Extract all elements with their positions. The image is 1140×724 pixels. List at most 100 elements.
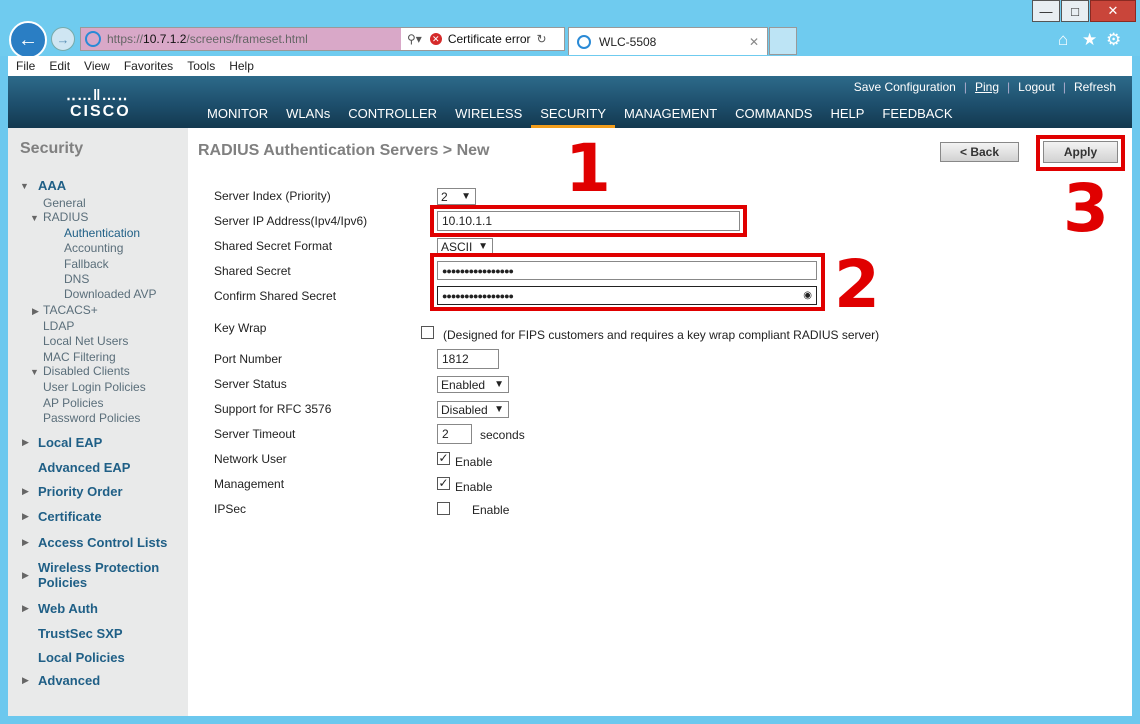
refresh-link[interactable]: Refresh	[1068, 80, 1122, 94]
refresh-icon[interactable]: ↻	[537, 32, 547, 46]
close-tab-icon[interactable]: ✕	[749, 35, 759, 49]
management-enable-label: Enable	[455, 480, 493, 494]
browser-back-button[interactable]: ←	[9, 21, 47, 59]
menu-edit[interactable]: Edit	[49, 59, 70, 73]
nav-monitor[interactable]: MONITOR	[198, 106, 277, 128]
settings-gear-icon[interactable]: ⚙	[1106, 30, 1121, 50]
sidebar-item-disabled-clients[interactable]: Disabled Clients	[43, 364, 130, 378]
management-checkbox[interactable]: ✓	[437, 477, 450, 490]
rfc3576-label: Support for RFC 3576	[214, 402, 332, 416]
sidebar-item-fallback[interactable]: Fallback	[64, 257, 109, 271]
collapsed-triangle-icon: ▶	[22, 486, 29, 496]
close-window-button[interactable]: ✕	[1090, 0, 1136, 22]
annotation-number-3: 3	[1063, 170, 1109, 247]
nav-security[interactable]: SECURITY	[531, 106, 615, 128]
ipsec-checkbox[interactable]	[437, 502, 450, 515]
rfc3576-select[interactable]: Disabled ▼	[437, 401, 509, 418]
sidebar-item-ldap[interactable]: LDAP	[43, 319, 74, 333]
sidebar-item-tacacs[interactable]: TACACS+	[43, 303, 98, 317]
port-number-input[interactable]: 1812	[437, 349, 499, 369]
confirm-secret-input[interactable]: ●●●●●●●●●●●●●●●● ◉	[437, 286, 817, 305]
sidebar-item-trustsec-sxp[interactable]: TrustSec SXP	[38, 626, 123, 641]
sidebar-item-accounting[interactable]: Accounting	[64, 241, 123, 255]
sidebar-item-certificate[interactable]: Certificate	[38, 509, 102, 524]
sidebar-item-local-net-users[interactable]: Local Net Users	[43, 334, 128, 348]
menu-file[interactable]: File	[16, 59, 35, 73]
certificate-error[interactable]: ✕ Certificate error	[422, 32, 531, 46]
certificate-error-label: Certificate error	[447, 32, 531, 46]
management-label: Management	[214, 477, 285, 491]
nav-wireless[interactable]: WIRELESS	[446, 106, 531, 128]
sidebar-item-wireless-protection[interactable]: Wireless Protection	[38, 560, 159, 575]
sidebar-item-ap-policies[interactable]: AP Policies	[43, 396, 103, 410]
ipsec-enable-label: Enable	[472, 503, 510, 517]
server-timeout-label: Server Timeout	[214, 427, 296, 441]
server-timeout-input[interactable]: 2	[437, 424, 472, 444]
browser-forward-button[interactable]: →	[51, 27, 75, 51]
server-index-label: Server Index (Priority)	[214, 189, 331, 203]
sidebar-item-dns[interactable]: DNS	[64, 272, 89, 286]
network-user-enable-label: Enable	[455, 455, 493, 469]
sidebar: Security ▼ AAA General ▼ RADIUS Authenti…	[8, 128, 188, 716]
address-bar[interactable]: https://10.7.1.2/screens/frameset.html ⚲…	[80, 27, 565, 51]
menu-tools[interactable]: Tools	[187, 59, 215, 73]
chevron-down-icon: ▼	[494, 379, 504, 390]
url-prefix: https://	[107, 32, 144, 46]
ping-link[interactable]: Ping	[969, 80, 1005, 94]
sidebar-item-local-policies[interactable]: Local Policies	[38, 650, 125, 665]
logout-link[interactable]: Logout	[1012, 80, 1061, 94]
checkmark-icon: ✓	[438, 451, 449, 465]
sidebar-item-authentication[interactable]: Authentication	[64, 226, 140, 240]
nav-feedback[interactable]: FEEDBACK	[873, 106, 961, 128]
key-wrap-checkbox[interactable]	[421, 326, 434, 339]
main-nav: MONITOR WLANs CONTROLLER WIRELESS SECURI…	[198, 106, 962, 128]
maximize-button[interactable]: □	[1061, 0, 1089, 22]
sidebar-item-downloaded-avp[interactable]: Downloaded AVP	[64, 287, 157, 301]
sidebar-item-aaa[interactable]: AAA	[38, 178, 66, 193]
home-icon[interactable]: ⌂	[1058, 30, 1068, 50]
nav-controller[interactable]: CONTROLLER	[339, 106, 446, 128]
arrow-left-icon: ←	[18, 28, 38, 51]
favorites-star-icon[interactable]: ★	[1082, 30, 1097, 50]
menu-help[interactable]: Help	[229, 59, 254, 73]
secret-format-value: ASCII	[441, 239, 473, 254]
browser-tab[interactable]: WLC-5508 ✕	[568, 27, 768, 55]
rfc3576-value: Disabled	[441, 402, 488, 417]
nav-management[interactable]: MANAGEMENT	[615, 106, 726, 128]
minimize-button[interactable]: —	[1032, 0, 1060, 22]
confirm-secret-label: Confirm Shared Secret	[214, 289, 337, 303]
nav-commands[interactable]: COMMANDS	[726, 106, 821, 128]
sidebar-item-mac-filtering[interactable]: MAC Filtering	[43, 350, 116, 364]
apply-button[interactable]: Apply	[1043, 141, 1118, 163]
sidebar-item-advanced-eap[interactable]: Advanced EAP	[38, 460, 130, 475]
sidebar-item-general[interactable]: General	[43, 196, 86, 210]
key-wrap-note: (Designed for FIPS customers and require…	[443, 328, 880, 342]
server-ip-input[interactable]: 10.10.1.1	[437, 211, 740, 231]
shared-secret-input[interactable]: ●●●●●●●●●●●●●●●●	[437, 261, 817, 280]
menu-favorites[interactable]: Favorites	[124, 59, 173, 73]
search-icon[interactable]: ⚲▾	[407, 32, 422, 46]
network-user-checkbox[interactable]: ✓	[437, 452, 450, 465]
back-button[interactable]: < Back	[940, 142, 1019, 162]
sidebar-item-priority-order[interactable]: Priority Order	[38, 484, 123, 499]
nav-wlans[interactable]: WLANs	[277, 106, 339, 128]
sidebar-item-radius[interactable]: RADIUS	[43, 210, 88, 224]
sidebar-item-web-auth[interactable]: Web Auth	[38, 601, 98, 616]
server-status-select[interactable]: Enabled ▼	[437, 376, 509, 393]
collapsed-triangle-icon: ▶	[32, 306, 39, 316]
menu-view[interactable]: View	[84, 59, 110, 73]
sidebar-item-local-eap[interactable]: Local EAP	[38, 435, 102, 450]
reveal-password-eye-icon[interactable]: ◉	[803, 290, 812, 301]
sidebar-item-advanced[interactable]: Advanced	[38, 673, 100, 688]
new-tab-button[interactable]	[769, 27, 797, 55]
save-configuration-link[interactable]: Save Configuration	[848, 80, 962, 94]
nav-help[interactable]: HELP	[821, 106, 873, 128]
server-index-select[interactable]: 2 ▼	[437, 188, 476, 205]
sidebar-item-password-policies[interactable]: Password Policies	[43, 411, 140, 425]
sidebar-item-user-login-policies[interactable]: User Login Policies	[43, 380, 146, 394]
shared-secret-label: Shared Secret	[214, 264, 291, 278]
chevron-down-icon: ▼	[494, 404, 504, 415]
sidebar-item-wireless-protection-policies[interactable]: Policies	[38, 575, 87, 590]
annotation-number-2: 2	[834, 246, 880, 323]
sidebar-item-access-control-lists[interactable]: Access Control Lists	[38, 535, 167, 550]
